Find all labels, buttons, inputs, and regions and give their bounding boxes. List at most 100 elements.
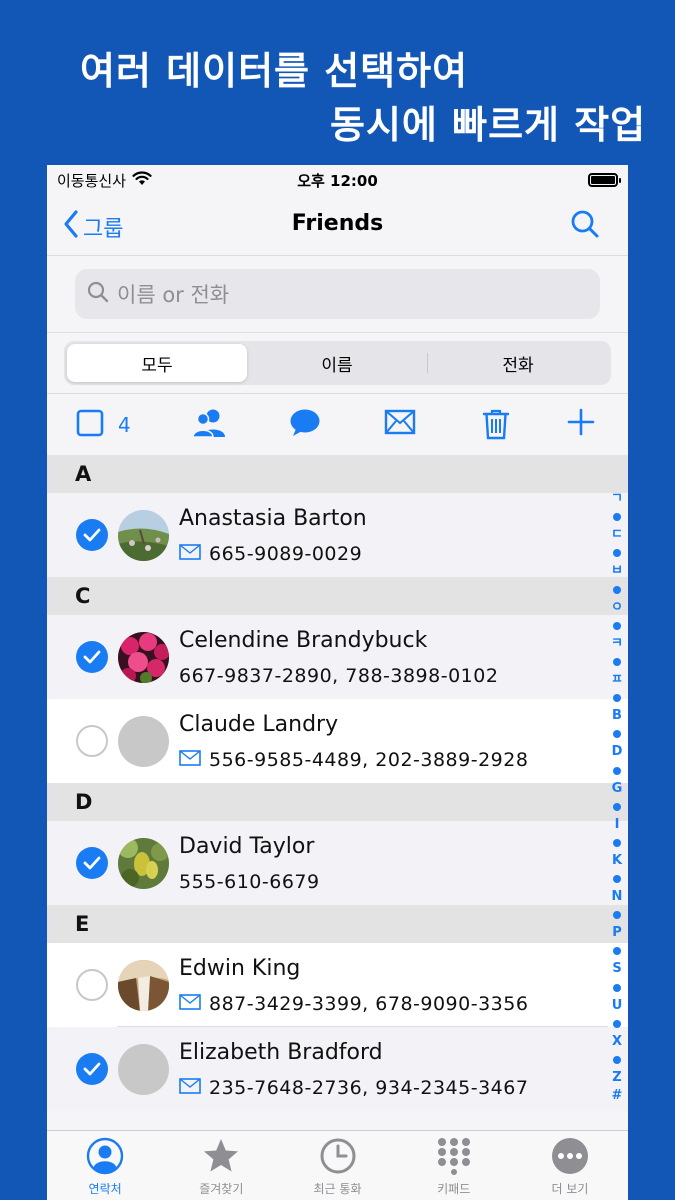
index-letter[interactable]: B (612, 707, 622, 725)
contact-row[interactable]: David Taylor 555-610-6679 (47, 821, 628, 905)
action-toolbar: 4 (47, 393, 628, 455)
battery-icon (588, 173, 621, 187)
tab-more[interactable]: 더 보기 (512, 1131, 628, 1200)
navigation-bar: 그룹 Friends (47, 195, 628, 255)
person-circle-icon (86, 1137, 124, 1178)
index-letter[interactable]: ㅍ (611, 671, 623, 689)
tab-label: 연락처 (88, 1182, 122, 1196)
search-icon (570, 210, 600, 243)
index-letter[interactable]: U (612, 997, 623, 1015)
phone-number: 556-9585-4489, 202-3889-2928 (209, 749, 529, 771)
index-dot (613, 911, 621, 920)
checkmark-selected-icon[interactable] (76, 1053, 108, 1085)
message-button[interactable] (289, 408, 321, 442)
promo-headline-line1: 여러 데이터를 선택하여 (80, 49, 469, 93)
search-button[interactable] (570, 209, 600, 243)
section-header-e: E (47, 905, 628, 943)
avatar (118, 837, 169, 889)
checkmark-selected-icon[interactable] (76, 641, 108, 673)
index-dot (613, 1056, 621, 1064)
group-add-button[interactable] (192, 408, 226, 442)
back-button-label: 그룹 (83, 217, 124, 242)
index-letter[interactable]: K (612, 852, 622, 870)
index-dot (613, 730, 621, 739)
phone-number: 665-9089-0029 (209, 543, 363, 565)
filter-segment-container: 모두 이름 전화 (47, 332, 628, 393)
index-dot (613, 657, 621, 666)
contact-row[interactable]: Elizabeth Bradford 235-7648-2736, 934-23… (47, 1027, 628, 1111)
mail-icon (179, 749, 201, 771)
contact-row[interactable]: Claude Landry 556-9585-4489, 202-3889-29… (47, 699, 628, 783)
checkmark-unselected-icon[interactable] (76, 725, 108, 757)
tab-label: 키패드 (437, 1182, 471, 1196)
wifi-icon (132, 170, 152, 190)
checkmark-selected-icon[interactable] (76, 519, 108, 551)
contact-name: David Taylor (179, 834, 315, 859)
index-letter[interactable]: S (612, 960, 621, 978)
contact-phone: 555-610-6679 (179, 871, 320, 893)
status-time: 오후 12:00 (297, 172, 378, 190)
phone-number: 667-9837-2890, 788-3898-0102 (179, 665, 499, 687)
star-icon (202, 1137, 240, 1178)
tab-favorites[interactable]: 즐겨찾기 (163, 1131, 279, 1200)
keypad-icon (435, 1137, 473, 1178)
index-letter[interactable]: G (612, 780, 623, 798)
index-letter[interactable]: ㄱ (611, 490, 623, 508)
contact-row[interactable]: Celendine Brandybuck 667-9837-2890, 788-… (47, 615, 628, 699)
index-dot (613, 513, 621, 522)
index-letter[interactable]: Z (612, 1069, 621, 1087)
more-icon (551, 1137, 589, 1178)
contact-row[interactable]: Edwin King 887-3429-3399, 678-9090-3356 (47, 943, 628, 1027)
index-dot (613, 694, 621, 703)
index-dot (613, 947, 621, 956)
avatar (118, 631, 169, 683)
contact-phone: 235-7648-2736, 934-2345-3467 (179, 1077, 528, 1099)
tab-label: 즐겨찾기 (199, 1182, 244, 1196)
avatar (118, 509, 169, 561)
select-all-button[interactable]: 4 (76, 409, 131, 441)
index-dot (613, 983, 621, 992)
section-header-a: A (47, 455, 628, 493)
index-dot (613, 875, 621, 884)
contact-name: Anastasia Barton (179, 506, 367, 531)
alphabet-index[interactable]: ㄱ ㄷ ㅂ ㅇ ㅋ ㅍ B D G I K N P S U X Z # (609, 490, 625, 1105)
tab-label: 더 보기 (551, 1182, 589, 1196)
contact-name: Elizabeth Bradford (179, 1040, 383, 1065)
segment-all[interactable]: 모두 (67, 344, 247, 382)
filter-segmented-control: 모두 이름 전화 (64, 341, 611, 385)
index-letter[interactable]: ㅂ (611, 562, 623, 580)
contact-row[interactable]: Anastasia Barton 665-9089-0029 (47, 493, 628, 577)
contact-phone: 667-9837-2890, 788-3898-0102 (179, 665, 498, 687)
index-letter[interactable]: X (612, 1033, 622, 1051)
index-letter[interactable]: ㄷ (611, 526, 623, 544)
index-letter[interactable]: ㅇ (611, 599, 623, 617)
carrier-label: 이동통신사 (57, 171, 127, 190)
segment-name[interactable]: 이름 (247, 344, 427, 382)
index-letter[interactable]: P (612, 924, 622, 942)
page-title: Friends (291, 211, 384, 236)
index-letter[interactable]: ㅋ (611, 635, 623, 653)
back-button[interactable]: 그룹 (63, 209, 123, 245)
phone-number: 235-7648-2736, 934-2345-3467 (209, 1077, 529, 1099)
tab-keypad[interactable]: 키패드 (396, 1131, 512, 1200)
avatar (118, 1043, 169, 1095)
avatar (118, 959, 169, 1011)
checkmark-unselected-icon[interactable] (76, 969, 108, 1001)
index-letter[interactable]: # (612, 1087, 623, 1105)
index-letter[interactable]: N (612, 888, 623, 906)
index-letter[interactable]: D (612, 743, 623, 761)
checkmark-selected-icon[interactable] (76, 847, 108, 879)
delete-button[interactable] (481, 408, 511, 444)
contact-name: Claude Landry (179, 712, 339, 737)
search-input[interactable]: 이름 or 전화 (75, 269, 600, 319)
segment-phone[interactable]: 전화 (428, 344, 608, 382)
promo-headline-line2: 동시에 빠르게 작업 (330, 103, 647, 147)
index-letter[interactable]: I (615, 816, 620, 834)
add-contact-button[interactable] (567, 408, 595, 440)
phone-number: 555-610-6679 (179, 871, 320, 893)
tab-recents[interactable]: 최근 통화 (279, 1131, 395, 1200)
section-header-c: C (47, 577, 628, 615)
email-button[interactable] (384, 408, 416, 440)
search-bar-container: 이름 or 전화 (47, 255, 628, 332)
tab-contacts[interactable]: 연락처 (47, 1131, 163, 1200)
